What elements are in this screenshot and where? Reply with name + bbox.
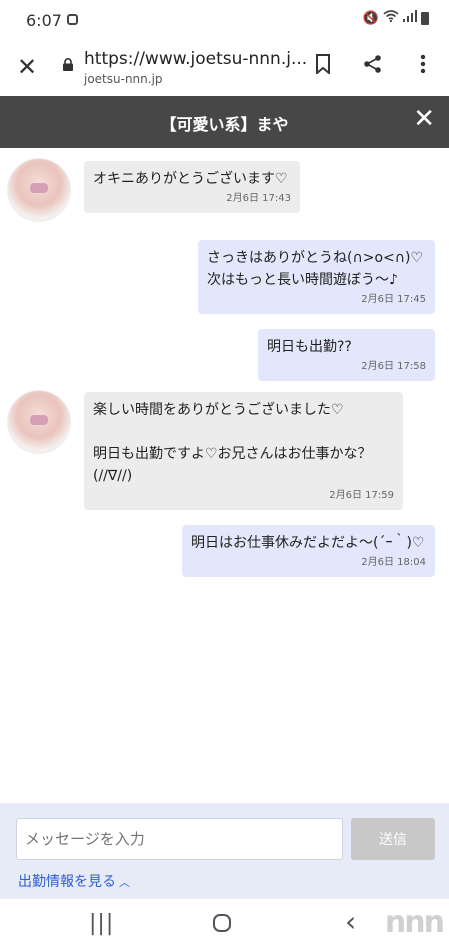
android-nav-bar: ||| ‹ nnn bbox=[0, 898, 449, 951]
url-text[interactable]: https://www.joetsu-nnn.j... bbox=[84, 49, 307, 69]
browser-url-bar: ✕ https://www.joetsu-nnn.j... joetsu-nnn… bbox=[0, 40, 449, 96]
home-icon[interactable] bbox=[212, 913, 232, 939]
message-time: 2月6日 18:04 bbox=[361, 557, 426, 568]
chat-title: 【可愛い系】まや bbox=[160, 115, 289, 134]
message-time: 2月6日 17:45 bbox=[361, 294, 426, 305]
chat-area[interactable]: オキニありがとうございます♡ 2月6日 17:43 さっきはありがとうね(∩>o… bbox=[0, 148, 449, 803]
status-time: 6:07 bbox=[26, 11, 62, 30]
message-input[interactable] bbox=[16, 818, 343, 860]
back-icon[interactable]: ‹ bbox=[345, 905, 356, 938]
message-bubble-outgoing: さっきはありがとうね(∩>o<∩)♡ 次はもっと長い時間遊ぼう～♪ 2月6日 1… bbox=[198, 240, 435, 314]
attendance-link[interactable]: 出勤情報を見る ︿ bbox=[18, 871, 130, 891]
message-time: 2月6日 17:43 bbox=[226, 193, 291, 204]
message-time: 2月6日 17:58 bbox=[361, 361, 426, 372]
message-bubble-incoming: 楽しい時間をありがとうございました♡ 明日も出勤ですよ♡お兄さんはお仕事かな？ … bbox=[84, 392, 403, 510]
signal-icon bbox=[403, 10, 417, 26]
share-icon[interactable] bbox=[361, 52, 385, 76]
mute-icon: 🔇 bbox=[362, 10, 379, 26]
watermark-logo: nnn bbox=[384, 905, 445, 940]
url-domain: joetsu-nnn.jp bbox=[84, 72, 163, 86]
message-bubble-outgoing: 明日も出勤?? 2月6日 17:58 bbox=[258, 329, 435, 381]
composer: 送信 出勤情報を見る︿ bbox=[0, 803, 449, 898]
attendance-link-label: 出勤情報を見る bbox=[18, 874, 116, 890]
avatar[interactable] bbox=[7, 158, 71, 222]
wifi-icon bbox=[383, 10, 399, 26]
bookmark-icon[interactable] bbox=[311, 52, 335, 76]
message-bubble-outgoing: 明日はお仕事休みだよだよ～(´ｰ｀)♡ 2月6日 18:04 bbox=[182, 525, 435, 577]
status-bar: 6:07 🔇 bbox=[0, 0, 449, 40]
message-text: 明日も出勤?? bbox=[267, 339, 352, 355]
send-button[interactable]: 送信 bbox=[351, 818, 435, 860]
lock-icon bbox=[63, 58, 73, 71]
battery-icon bbox=[421, 11, 429, 25]
close-icon[interactable]: ✕ bbox=[413, 104, 435, 134]
message-time: 2月6日 17:59 bbox=[329, 490, 394, 501]
message-text: さっきはありがとうね(∩>o<∩)♡ 次はもっと長い時間遊ぼう～♪ bbox=[207, 250, 423, 288]
notification-icon bbox=[67, 14, 78, 25]
more-vert-icon[interactable] bbox=[411, 52, 435, 76]
avatar[interactable] bbox=[7, 390, 71, 454]
close-icon[interactable]: ✕ bbox=[14, 53, 40, 81]
recent-apps-icon[interactable]: ||| bbox=[89, 911, 114, 936]
message-text: オキニありがとうございます♡ bbox=[93, 171, 288, 187]
status-icons: 🔇 bbox=[363, 10, 429, 26]
message-text: 明日はお仕事休みだよだよ～(´ｰ｀)♡ bbox=[191, 535, 425, 551]
message-bubble-incoming: オキニありがとうございます♡ 2月6日 17:43 bbox=[84, 161, 300, 213]
chat-header: 【可愛い系】まや ✕ bbox=[0, 96, 449, 148]
chevron-up-icon: ︿ bbox=[119, 876, 130, 889]
message-text: 楽しい時間をありがとうございました♡ 明日も出勤ですよ♡お兄さんはお仕事かな？ … bbox=[93, 402, 372, 484]
